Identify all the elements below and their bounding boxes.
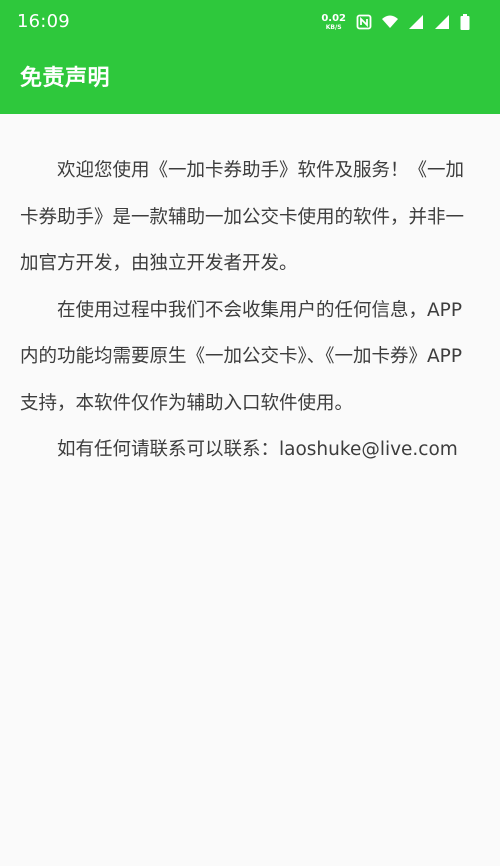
cell-signal-2-icon (434, 14, 450, 30)
disclaimer-paragraph-intro: 欢迎您使用《一加卡券助手》软件及服务！《一加卡券助手》是一款辅助一加公交卡使用的… (20, 160, 465, 274)
page-title: 免责声明 (20, 66, 111, 91)
status-time: 16:09 (17, 11, 70, 32)
wifi-icon (382, 14, 398, 30)
app-bar: 免责声明 (0, 44, 500, 114)
cell-signal-icon (408, 14, 424, 30)
disclaimer-paragraph-privacy: 在使用过程中我们不会收集用户的任何信息，APP内的功能均需要原生《一加公交卡》、… (20, 299, 462, 414)
network-speed-value: 0.02 (321, 12, 346, 24)
disclaimer-paragraph-contact: 如有任何请联系可以联系：laoshuke@live.com (57, 439, 458, 460)
status-bar: 16:09 0.02 KB/S (0, 0, 500, 44)
network-speed-unit: KB/S (325, 23, 342, 31)
disclaimer-content: 欢迎您使用《一加卡券助手》软件及服务！《一加卡券助手》是一款辅助一加公交卡使用的… (20, 148, 475, 474)
battery-icon (460, 14, 470, 30)
status-icons: 0.02 KB/S (321, 10, 470, 34)
network-speed: 0.02 KB/S (321, 12, 346, 31)
nfc-icon (356, 14, 372, 30)
